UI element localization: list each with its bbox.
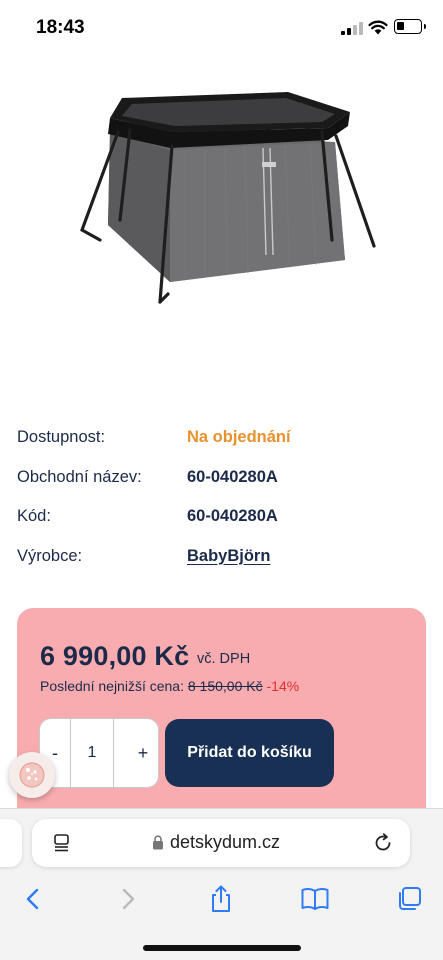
product-details: Dostupnost: Na objednání Obchodní název:… xyxy=(17,420,417,578)
detail-row-code: Kód: 60-040280A xyxy=(17,499,417,539)
detail-row-manufacturer: Výrobce: BabyBjörn xyxy=(17,539,417,579)
cookie-settings-button[interactable] xyxy=(9,752,55,798)
manufacturer-link[interactable]: BabyBjörn xyxy=(187,547,270,566)
url-text[interactable]: detskydum.cz xyxy=(170,832,280,853)
reader-icon[interactable] xyxy=(52,833,72,853)
trade-name-value: 60-040280A xyxy=(187,467,278,486)
manufacturer-label: Výrobce: xyxy=(17,546,83,565)
wifi-icon xyxy=(368,20,388,35)
signal-icon xyxy=(341,22,363,35)
lock-icon xyxy=(153,835,163,850)
address-bar[interactable]: detskydum.cz xyxy=(32,819,410,867)
quantity-stepper: - 1 + xyxy=(39,718,159,788)
discount-badge: -14% xyxy=(266,678,300,694)
price-box: 6 990,00 Kč vč. DPH Poslední nejnižší ce… xyxy=(17,608,426,828)
quantity-increase-button[interactable]: + xyxy=(128,719,158,787)
lowest-price-old: 8 150,00 Kč xyxy=(187,678,263,694)
code-value: 60-040280A xyxy=(187,507,278,525)
tabs-icon[interactable] xyxy=(394,884,424,914)
availability-label: Dostupnost: xyxy=(17,428,106,446)
quantity-input[interactable]: 1 xyxy=(70,719,114,787)
lowest-price-label: Poslední nejnižší cena: xyxy=(40,678,184,694)
bookmarks-icon[interactable] xyxy=(300,884,330,914)
product-image[interactable] xyxy=(60,70,390,330)
detail-row-availability: Dostupnost: Na objednání xyxy=(17,420,417,460)
cookie-icon xyxy=(19,762,45,788)
vat-note: vč. DPH xyxy=(197,651,251,667)
battery-level xyxy=(397,22,404,30)
code-label: Kód: xyxy=(17,507,51,525)
price-value: 6 990,00 Kč xyxy=(40,641,190,671)
browser-bar: detskydum.cz xyxy=(0,808,443,960)
home-indicator xyxy=(143,945,301,951)
reload-icon[interactable] xyxy=(372,832,394,854)
detail-row-trade-name: Obchodní název: 60-040280A xyxy=(17,460,417,500)
lowest-price-line: Poslední nejnižší cena: 8 150,00 Kč -14% xyxy=(40,678,299,694)
availability-value: Na objednání xyxy=(187,428,291,446)
battery-icon xyxy=(394,19,426,34)
trade-name-label: Obchodní název: xyxy=(17,467,142,486)
back-icon[interactable] xyxy=(18,884,48,914)
status-time: 18:43 xyxy=(36,17,85,38)
status-bar: 18:43 xyxy=(0,0,443,56)
forward-icon[interactable] xyxy=(113,884,143,914)
share-icon[interactable] xyxy=(206,884,236,914)
previous-tab-preview[interactable] xyxy=(0,819,22,867)
add-to-cart-button[interactable]: Přidat do košíku xyxy=(165,719,334,787)
